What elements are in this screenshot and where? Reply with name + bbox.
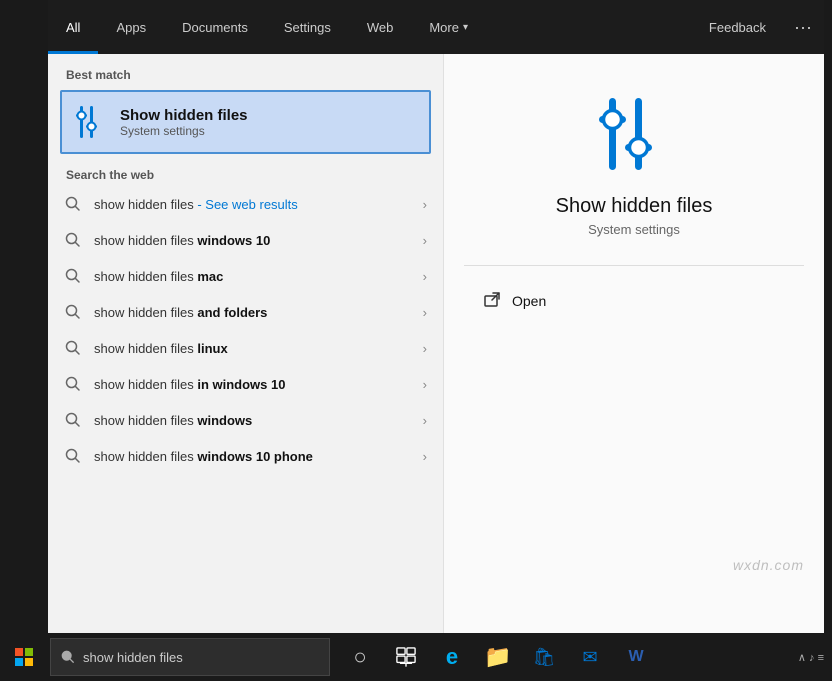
nav-right: Feedback ··· xyxy=(693,0,824,54)
start-button[interactable] xyxy=(0,633,48,681)
result-text-3: show hidden files and folders xyxy=(94,305,411,320)
taskbar-search-box[interactable]: show hidden files xyxy=(50,638,330,676)
result-chevron-0: › xyxy=(423,197,427,212)
tab-all-label: All xyxy=(66,20,80,35)
search-icon-7 xyxy=(64,447,82,465)
taskbar-search-text: show hidden files xyxy=(83,650,183,665)
best-match-item[interactable]: Show hidden files System settings xyxy=(60,90,431,154)
tab-more-label: More xyxy=(429,20,459,35)
see-web-label: - See web results xyxy=(197,197,297,212)
result-row-2[interactable]: show hidden files mac › xyxy=(48,258,443,294)
open-label: Open xyxy=(512,293,546,309)
open-button[interactable]: Open xyxy=(484,286,546,316)
tab-documents-label: Documents xyxy=(182,20,248,35)
watermark: wxdn.com xyxy=(733,557,804,573)
result-chevron-3: › xyxy=(423,305,427,320)
file-explorer-button[interactable]: 📁 xyxy=(476,633,520,681)
tab-documents[interactable]: Documents xyxy=(164,0,266,54)
right-panel-subtitle: System settings xyxy=(588,222,680,237)
more-options-button[interactable]: ··· xyxy=(782,17,824,38)
result-text-5: show hidden files in windows 10 xyxy=(94,377,411,392)
result-chevron-4: › xyxy=(423,341,427,356)
right-panel-title: Show hidden files xyxy=(556,195,713,218)
tab-more[interactable]: More ▾ xyxy=(411,0,486,54)
tab-settings[interactable]: Settings xyxy=(266,0,349,54)
open-icon xyxy=(484,292,502,310)
taskbar-icons: ○ e 📁 🛍 ✉ xyxy=(338,633,658,681)
taskbar: show hidden files ○ e 📁 🛍 xyxy=(0,633,832,681)
right-panel-icon xyxy=(599,94,669,179)
result-text-2: show hidden files mac xyxy=(94,269,411,284)
taskbar-right: ∧ ♪ ≡ xyxy=(798,651,832,664)
task-view-button[interactable] xyxy=(384,633,428,681)
result-chevron-7: › xyxy=(423,449,427,464)
result-chevron-1: › xyxy=(423,233,427,248)
left-sidebar xyxy=(0,0,48,633)
taskbar-search-icon xyxy=(61,650,75,664)
best-match-subtitle: System settings xyxy=(120,124,248,138)
search-icon-2 xyxy=(64,267,82,285)
cortana-button[interactable]: ○ xyxy=(338,633,382,681)
result-chevron-6: › xyxy=(423,413,427,428)
result-text-4: show hidden files linux xyxy=(94,341,411,356)
web-section-label: Search the web xyxy=(48,158,443,186)
result-chevron-5: › xyxy=(423,377,427,392)
tab-apps[interactable]: Apps xyxy=(98,0,164,54)
store-button[interactable]: 🛍 xyxy=(522,633,566,681)
result-row-5[interactable]: show hidden files in windows 10 › xyxy=(48,366,443,402)
divider xyxy=(464,265,804,266)
search-icon-5 xyxy=(64,375,82,393)
tab-settings-label: Settings xyxy=(284,20,331,35)
result-row-7[interactable]: show hidden files windows 10 phone › xyxy=(48,438,443,474)
word-button[interactable]: W xyxy=(614,633,658,681)
best-match-text: Show hidden files System settings xyxy=(120,107,248,138)
chevron-down-icon: ▾ xyxy=(463,22,468,33)
result-text-6: show hidden files windows xyxy=(94,413,411,428)
system-tray: ∧ ♪ ≡ xyxy=(798,651,824,664)
left-panel: Best match xyxy=(48,54,443,633)
tab-web[interactable]: Web xyxy=(349,0,412,54)
edge-button[interactable]: e xyxy=(430,633,474,681)
result-row-3[interactable]: show hidden files and folders › xyxy=(48,294,443,330)
search-panel: All Apps Documents Settings Web More ▾ F… xyxy=(48,0,824,633)
result-row-1[interactable]: show hidden files windows 10 › xyxy=(48,222,443,258)
show-hidden-files-icon xyxy=(74,102,106,142)
result-text-1: show hidden files windows 10 xyxy=(94,233,411,248)
result-row-6[interactable]: show hidden files windows › xyxy=(48,402,443,438)
tab-apps-label: Apps xyxy=(116,20,146,35)
search-icon-4 xyxy=(64,339,82,357)
result-row-4[interactable]: show hidden files linux › xyxy=(48,330,443,366)
search-icon-0 xyxy=(64,195,82,213)
tab-web-label: Web xyxy=(367,20,394,35)
best-match-label: Best match xyxy=(48,54,443,90)
mail-button[interactable]: ✉ xyxy=(568,633,612,681)
search-icon-1 xyxy=(64,231,82,249)
tab-all[interactable]: All xyxy=(48,0,98,54)
result-text-7: show hidden files windows 10 phone xyxy=(94,449,411,464)
search-nav: All Apps Documents Settings Web More ▾ F… xyxy=(48,0,824,54)
right-panel: Show hidden files System settings Open w… xyxy=(443,54,824,633)
best-match-title: Show hidden files xyxy=(120,107,248,124)
result-row-0[interactable]: show hidden files - See web results › xyxy=(48,186,443,222)
content-area: Best match xyxy=(48,54,824,633)
result-text-0: show hidden files - See web results xyxy=(94,197,411,212)
search-icon-6 xyxy=(64,411,82,429)
result-chevron-2: › xyxy=(423,269,427,284)
search-icon-3 xyxy=(64,303,82,321)
feedback-button[interactable]: Feedback xyxy=(693,20,782,35)
